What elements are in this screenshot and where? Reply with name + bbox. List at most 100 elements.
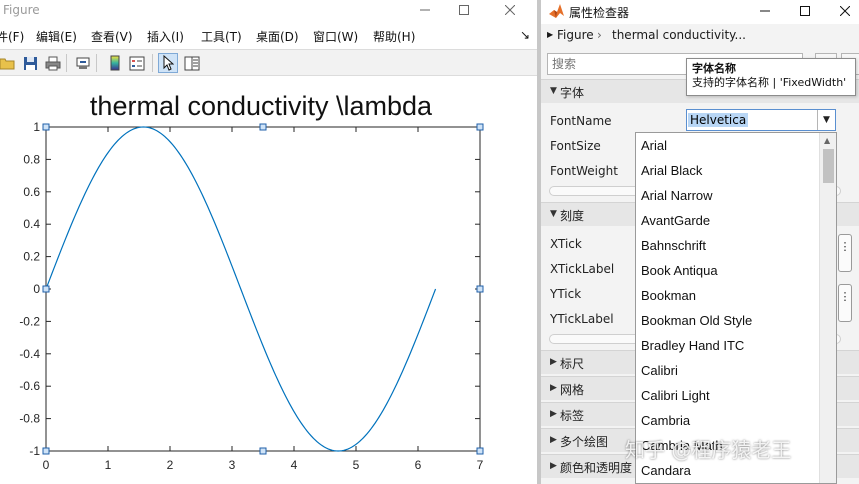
matlab-logo-icon bbox=[548, 3, 565, 22]
legend-icon[interactable] bbox=[127, 53, 147, 73]
y-tick-label: 0 bbox=[33, 282, 40, 296]
prop-fontname-label: FontName bbox=[550, 114, 612, 128]
y-tick-label: -0.2 bbox=[19, 314, 40, 328]
ytick-edit-button[interactable]: ⋮ bbox=[838, 284, 852, 322]
font-option[interactable]: Candara bbox=[641, 463, 691, 478]
menu-view[interactable]: 查看(V) bbox=[91, 28, 133, 45]
xtick-edit-button[interactable]: ⋮ bbox=[838, 234, 852, 272]
y-tick-label: -0.4 bbox=[19, 347, 40, 361]
figure-menubar: 件(F) 编辑(E) 查看(V) 插入(I) 工具(T) 桌面(D) 窗口(W)… bbox=[0, 24, 537, 48]
property-inspector-window: 属性检查器 ▶ Figure › thermal conductivity...… bbox=[541, 0, 859, 484]
y-tick-label: 0.4 bbox=[23, 217, 40, 231]
close-icon[interactable] bbox=[490, 0, 530, 20]
breadcrumb-arrow-icon: ▶ bbox=[547, 30, 554, 39]
prop-xticklabel-label: XTickLabel bbox=[550, 262, 615, 276]
section-font-label: 字体 bbox=[560, 86, 585, 100]
inspector-titlebar: 属性检查器 bbox=[541, 0, 859, 24]
fontname-dropdown[interactable]: Helvetica ▼ bbox=[686, 109, 836, 131]
toolbar-separator bbox=[66, 54, 67, 72]
expand-triangle-icon: ▶ bbox=[550, 409, 557, 419]
prop-yticklabel-label: YTickLabel bbox=[550, 312, 614, 326]
minimize-icon[interactable] bbox=[405, 0, 445, 20]
figure-toolbar bbox=[0, 49, 537, 76]
font-option[interactable]: Arial Narrow bbox=[641, 188, 713, 203]
section-ticks-label: 刻度 bbox=[560, 209, 585, 223]
selection-handle bbox=[259, 123, 267, 131]
expand-triangle-icon: ▶ bbox=[550, 383, 557, 393]
selection-handle bbox=[42, 447, 50, 455]
font-option[interactable]: Cambria bbox=[641, 413, 690, 428]
font-option[interactable]: Bradley Hand ITC bbox=[641, 338, 744, 353]
print-icon[interactable] bbox=[43, 53, 63, 73]
breadcrumb-current[interactable]: thermal conductivity... bbox=[612, 28, 746, 42]
x-tick-label: 0 bbox=[43, 458, 50, 472]
x-tick-label: 1 bbox=[105, 458, 112, 472]
y-tick-label: 0.6 bbox=[23, 185, 40, 199]
toolbar-separator bbox=[152, 54, 153, 72]
selection-handle bbox=[476, 123, 484, 131]
plot-area[interactable]: 0 1 2 3 4 5 6 7 1 0.8 0.6 0.4 0.2 0 -0.2 -0.4 -0.6 -0.8 -1… bbox=[0, 77, 537, 484]
link-plot-icon[interactable] bbox=[73, 53, 93, 73]
expand-triangle-icon: ▶ bbox=[550, 435, 557, 445]
selection-handle bbox=[476, 447, 484, 455]
font-option[interactable]: Arial bbox=[641, 138, 667, 153]
maximize-icon[interactable] bbox=[444, 0, 484, 20]
expand-triangle-icon: ▶ bbox=[550, 357, 557, 367]
menu-window[interactable]: 窗口(W) bbox=[313, 28, 358, 45]
font-option[interactable]: Calibri Light bbox=[641, 388, 710, 403]
plot-title[interactable]: thermal conductivity \lambda bbox=[0, 91, 522, 122]
inspector-window-title: 属性检查器 bbox=[569, 6, 630, 20]
font-option[interactable]: Bookman Old Style bbox=[641, 313, 752, 328]
save-icon[interactable] bbox=[20, 53, 40, 73]
font-list-scrollbar[interactable]: ▲ bbox=[819, 133, 836, 483]
x-tick-label: 7 bbox=[477, 458, 484, 472]
font-options-list[interactable]: Arial Arial Black Arial Narrow AvantGard… bbox=[635, 132, 837, 484]
breadcrumb-root[interactable]: Figure bbox=[557, 28, 594, 42]
font-option[interactable]: Bahnschrift bbox=[641, 238, 706, 253]
breadcrumb-chevron-icon: › bbox=[597, 28, 602, 42]
y-tick-label: 1 bbox=[33, 120, 40, 134]
font-option[interactable]: AvantGarde bbox=[641, 213, 710, 228]
prop-fontweight-label: FontWeight bbox=[550, 164, 618, 178]
selection-handle bbox=[476, 285, 484, 293]
menu-file[interactable]: 件(F) bbox=[0, 28, 24, 45]
menu-tools[interactable]: 工具(T) bbox=[201, 28, 242, 45]
menu-edit[interactable]: 编辑(E) bbox=[36, 28, 77, 45]
edit-plot-cursor-icon[interactable] bbox=[158, 53, 178, 73]
folder-open-icon[interactable] bbox=[0, 53, 17, 73]
chevron-down-icon[interactable]: ▼ bbox=[817, 110, 835, 130]
property-inspector-icon[interactable] bbox=[182, 53, 202, 73]
font-option[interactable]: Arial Black bbox=[641, 163, 702, 178]
menu-insert[interactable]: 插入(I) bbox=[147, 28, 184, 45]
close-icon[interactable] bbox=[825, 1, 859, 21]
x-tick-label: 2 bbox=[167, 458, 174, 472]
prop-xtick-label: XTick bbox=[550, 237, 582, 251]
menu-desktop[interactable]: 桌面(D) bbox=[256, 28, 299, 45]
breadcrumb: ▶ Figure › thermal conductivity... bbox=[541, 24, 859, 48]
axes-plot[interactable]: 0 1 2 3 4 5 6 7 1 0.8 0.6 0.4 0.2 0 -0.2 -0.4 -0.6 -0.8 -1 bbox=[0, 77, 537, 484]
fontname-selected-value[interactable]: Helvetica bbox=[688, 113, 749, 127]
x-tick-label: 3 bbox=[229, 458, 236, 472]
menu-help[interactable]: 帮助(H) bbox=[373, 28, 415, 45]
section-rulers-label: 标尺 bbox=[560, 357, 585, 371]
selection-handle bbox=[259, 447, 267, 455]
y-tick-label: -0.6 bbox=[19, 379, 40, 393]
font-option[interactable]: Book Antiqua bbox=[641, 263, 718, 278]
watermark: 知乎 @程序猿老王 bbox=[625, 438, 792, 462]
minimize-icon[interactable] bbox=[745, 1, 785, 21]
menu-overflow-icon[interactable]: ↘ bbox=[520, 28, 530, 42]
scroll-up-icon[interactable]: ▲ bbox=[824, 136, 830, 145]
tooltip-body: 支持的字体名称 | 'FixedWidth' bbox=[692, 76, 847, 89]
x-tick-label: 4 bbox=[291, 458, 298, 472]
section-multiple-plots-label: 多个绘图 bbox=[560, 435, 609, 449]
maximize-icon[interactable] bbox=[785, 1, 825, 21]
font-option[interactable]: Bookman bbox=[641, 288, 696, 303]
collapse-triangle-icon: ▼ bbox=[550, 209, 557, 219]
scrollbar-thumb[interactable] bbox=[823, 149, 834, 183]
expand-triangle-icon: ▶ bbox=[550, 461, 557, 471]
y-tick-label: -1 bbox=[29, 444, 40, 458]
selection-handle bbox=[42, 285, 50, 293]
y-tick-label: -0.8 bbox=[19, 412, 40, 426]
font-option[interactable]: Calibri bbox=[641, 363, 678, 378]
colorbar-icon[interactable] bbox=[105, 53, 125, 73]
